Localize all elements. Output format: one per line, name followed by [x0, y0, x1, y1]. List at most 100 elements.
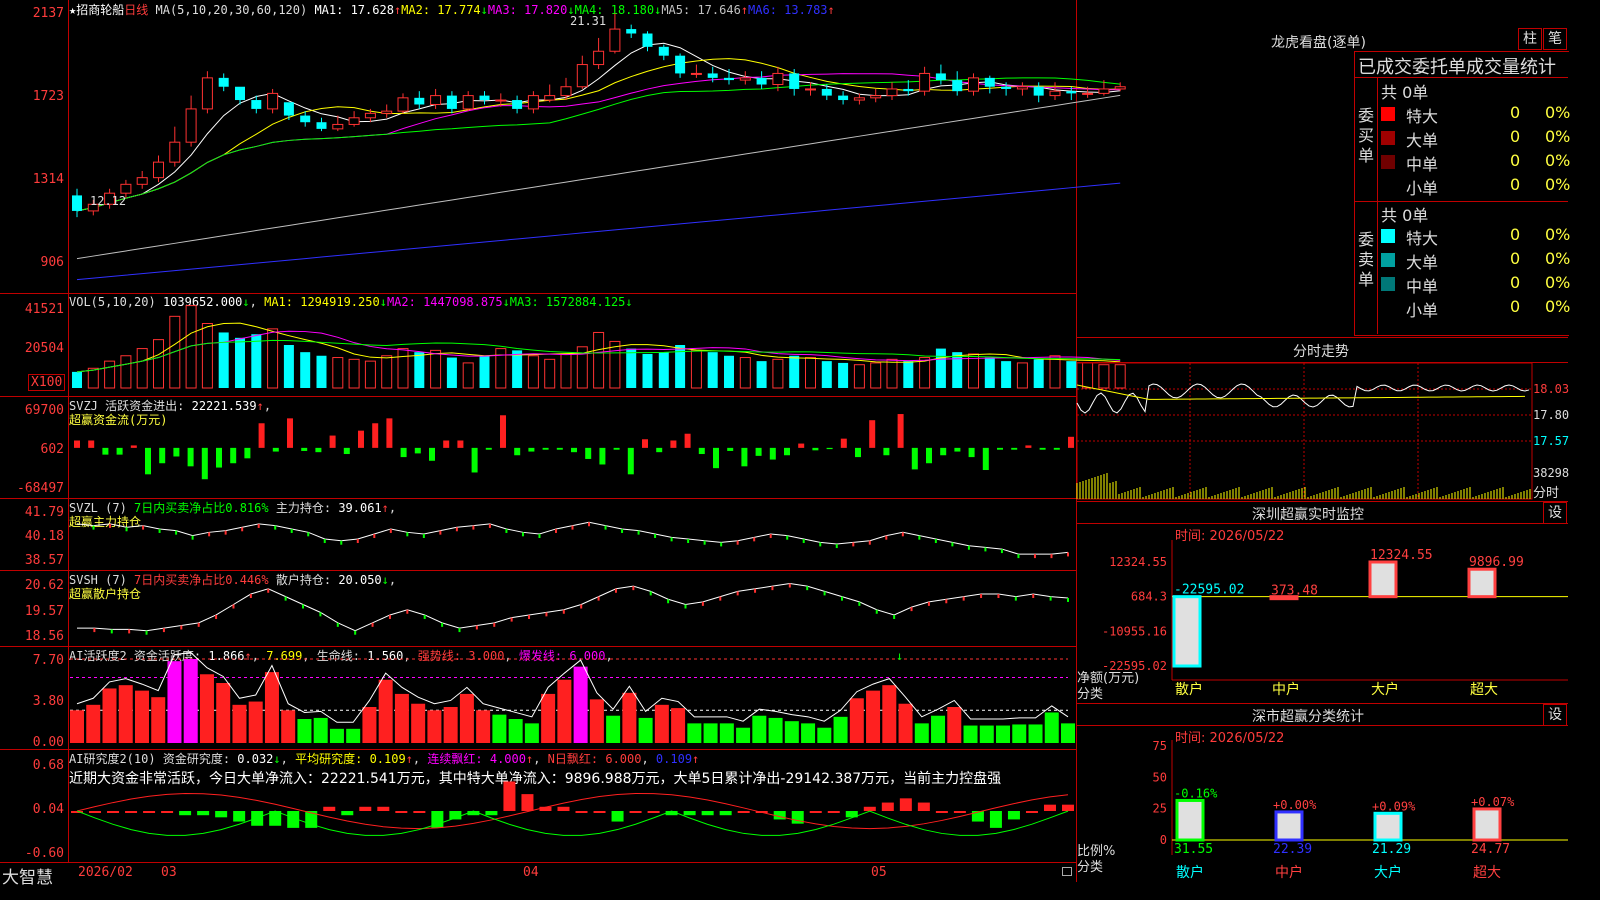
ai-active-bar	[167, 661, 182, 743]
ai-active-bar	[768, 717, 783, 743]
volume-bar	[153, 339, 164, 389]
candle-body	[952, 80, 963, 92]
svzl-panel[interactable]: SVZL (7) 7日内买卖净占比0.816% 主力持仓: 39.061↑, 超…	[0, 499, 1076, 570]
ai-research-bar	[521, 794, 534, 811]
ai-research-bar	[359, 806, 372, 811]
svzj-bar	[159, 447, 166, 464]
sz-class-settings-button[interactable]: 设	[1543, 704, 1567, 726]
buy-row-swatch-3	[1381, 155, 1395, 169]
volume-bar	[886, 358, 898, 389]
volume-panel[interactable]: VOL(5,10,20) 1039652.000↓, MA1: 1294919.…	[0, 294, 1126, 396]
column-view-button[interactable]: 柱	[1518, 28, 1542, 50]
ai-research-bar	[395, 811, 408, 813]
svzj-bar	[201, 447, 208, 480]
candle-body	[201, 77, 213, 110]
candle-body	[772, 72, 784, 86]
ai-active-bar	[996, 725, 1011, 743]
svzj-bar	[542, 447, 549, 450]
ai-active-bar	[784, 721, 799, 743]
candle-body	[235, 86, 245, 101]
ai-active-bar	[1044, 712, 1059, 743]
candle-body	[479, 95, 490, 101]
szc-value-2: 22.39	[1273, 842, 1312, 857]
candle-body	[853, 97, 865, 101]
ai-active-bar	[281, 710, 296, 743]
ai-research-bar	[719, 811, 732, 816]
svzj-bar	[826, 447, 833, 450]
candle-body	[968, 77, 979, 92]
buy-side-label: 委买单	[1358, 106, 1375, 165]
ai-active-bar	[671, 708, 686, 743]
volume-bar	[397, 348, 409, 389]
ai-active-bar	[346, 728, 361, 743]
ai-active-bar	[199, 674, 214, 743]
ma-line-2	[76, 58, 1121, 212]
svzj-bar	[500, 415, 506, 448]
ai-active-bar	[86, 704, 101, 743]
svzj-bar	[855, 447, 861, 458]
szc-tick-4: 0	[1160, 833, 1167, 847]
szc-category-4: 超大	[1473, 865, 1501, 881]
ai-research-bar	[1062, 804, 1074, 811]
svzj-bar	[457, 440, 464, 448]
sz-monitor-axis-label2: 分类	[1077, 687, 1104, 702]
ai-active-bar	[947, 707, 962, 743]
sz-class-chart: 75 50 25 0 -0.16% 31.55 散户 +0.00% 22.39 中户 +0.09% 2…	[1153, 739, 1568, 881]
svsh-panel[interactable]: SVSH (7) 7日内买卖净占比0.446% 散户持仓: 20.050↓, 超…	[0, 571, 1076, 646]
intraday-price-1: 18.03	[1533, 382, 1570, 396]
svzj-bar	[897, 414, 904, 448]
svzj-bar	[471, 447, 478, 473]
svzj-bar	[74, 440, 80, 448]
sz-monitor-settings-button[interactable]: 设	[1543, 502, 1567, 524]
volume-bar	[544, 358, 556, 389]
ai-research-panel[interactable]: AI研究度2(10) 资金研究度: 0.032↓, 平均研究度: 0.109↑,…	[0, 750, 1076, 863]
volume-bar	[593, 331, 605, 389]
lock-icon[interactable]	[1062, 867, 1072, 876]
ai-research-bar	[611, 811, 624, 822]
svzj-bar	[585, 447, 592, 459]
ai-active-bar	[524, 723, 539, 743]
ai-active-panel[interactable]: AI活跃度2 资金活跃度: 1.866↑, 7.699, 生命线: 1.560,…	[0, 647, 1076, 750]
volume-bar	[462, 362, 474, 389]
ai-active-bar	[703, 723, 718, 743]
ai-research-bar	[881, 802, 894, 811]
sell-row-pct-2: 0%	[1545, 249, 1571, 268]
volume-bar	[919, 357, 931, 389]
volume-chart	[72, 305, 1126, 389]
szm-bar-1	[1172, 595, 1202, 668]
volume-bar	[381, 355, 393, 389]
buy-total: 共 0单	[1381, 83, 1429, 102]
tick-view-button[interactable]: 笔	[1543, 28, 1567, 50]
ai-active-bar	[297, 719, 312, 743]
candle-body	[185, 108, 197, 143]
volume-bar	[430, 349, 442, 389]
svzj-panel[interactable]: SVZJ 活跃资金进出: 22221.539↑, 超赢资金流(万元) 69700…	[0, 397, 1076, 498]
ai-research-bar	[629, 811, 642, 813]
candle-body	[658, 46, 669, 56]
szm-bar-3	[1368, 560, 1398, 599]
svzj-bar	[216, 447, 222, 468]
szc-tick-3: 25	[1153, 802, 1167, 816]
sell-side-label: 委卖单	[1358, 230, 1375, 289]
buy-row-count-2: 0	[1510, 127, 1521, 146]
ai-down-arrow-icon: ↓	[896, 649, 903, 663]
szc-bar-2	[1274, 810, 1304, 842]
szc-tick-2: 50	[1153, 770, 1167, 784]
candle-body	[560, 86, 572, 97]
ai-research-bar	[593, 811, 606, 813]
candle-body	[364, 112, 376, 119]
svzj-bar	[982, 447, 989, 471]
candle-body	[1033, 86, 1044, 96]
candle-body	[675, 55, 686, 74]
price-panel[interactable]: ★招商轮船日线 MA(5,10,20,30,60,120) MA1: 17.62…	[0, 0, 1126, 293]
szm-tick-1: 12324.55	[1109, 555, 1167, 569]
sell-row-pct-1: 0%	[1545, 225, 1571, 244]
time-label-mar: 03	[161, 865, 177, 880]
ai-active-bar	[801, 723, 816, 743]
ai-active-bar	[914, 723, 929, 743]
svzj-bar	[258, 423, 265, 448]
ai-research-bar	[989, 811, 1002, 828]
ai-research-bar	[827, 811, 840, 813]
intraday-avg-line	[1076, 384, 1526, 400]
candle-body	[218, 77, 229, 87]
